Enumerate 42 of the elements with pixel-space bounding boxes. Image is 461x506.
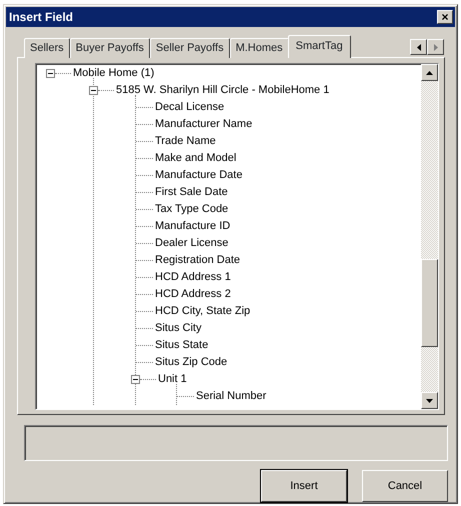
tree-item[interactable]: Manufacturer Name [153,116,254,133]
tree-item[interactable]: Serial Number [194,388,268,405]
tree-item[interactable]: 5185 W. Sharilyn Hill Circle - MobileHome 1 [114,82,332,99]
tree-item[interactable]: Mobile Home (1) [71,65,156,82]
close-button[interactable]: × [437,10,453,24]
tree-item[interactable]: Make and Model [153,150,238,167]
tab[interactable]: Buyer Payoffs [70,38,150,58]
down-arrow-icon [426,398,433,402]
tab[interactable]: Sellers [24,38,70,58]
tree-item[interactable]: Trade Name [153,133,218,150]
tab[interactable]: SmartTag [288,35,351,58]
scrollbar[interactable] [421,64,438,409]
tree-item[interactable]: Decal License [153,99,226,116]
tree-item[interactable]: Dealer License [153,235,230,252]
tab-scroll-right-button[interactable] [427,39,444,55]
up-arrow-icon [426,70,433,74]
tree-item[interactable]: Situs City [153,320,204,337]
tree-item[interactable]: Situs Zip Code [153,354,230,371]
collapse-expander[interactable] [46,69,55,78]
tree-item[interactable]: Tax Type Code [153,201,230,218]
tree-item[interactable]: First Sale Date [153,184,230,201]
tab[interactable]: M.Homes [230,38,289,58]
scroll-down-button[interactable] [421,392,438,409]
scroll-up-button[interactable] [421,64,438,81]
scroll-thumb[interactable] [421,259,438,347]
collapse-expander[interactable] [89,86,98,95]
insert-button[interactable]: Insert [261,470,347,502]
collapse-expander[interactable] [131,375,140,384]
tree-item[interactable]: Registration Date [153,252,242,269]
right-arrow-icon [434,44,438,50]
tree-item[interactable]: HCD Address 1 [153,269,233,286]
tab-scroll-left-button[interactable] [410,39,427,55]
tree-item[interactable]: Manufacture ID [153,218,232,235]
cancel-button[interactable]: Cancel [362,470,448,502]
left-arrow-icon [416,44,420,50]
tree-item[interactable]: Manufacture Date [153,167,244,184]
window-title: Insert Field [9,9,74,26]
tree-item[interactable]: HCD Address 2 [153,286,233,303]
tab[interactable]: Seller Payoffs [150,38,230,58]
tree-item[interactable]: Situs State [153,337,210,354]
tree-item[interactable]: HCD City, State Zip [153,303,252,320]
tree-item[interactable]: Unit 1 [156,371,189,388]
